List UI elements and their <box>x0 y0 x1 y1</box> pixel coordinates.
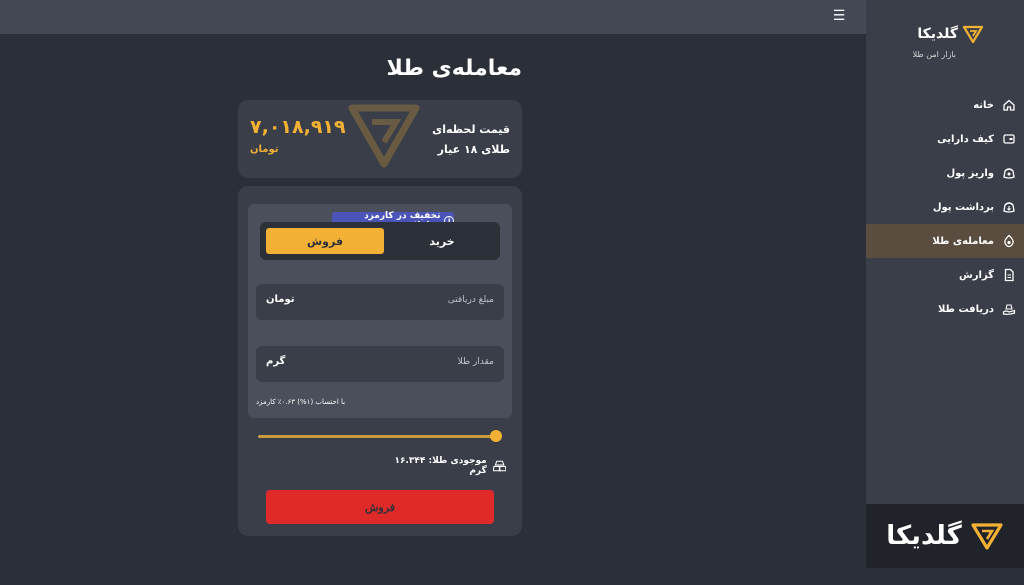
brand-watermark-icon <box>348 104 420 168</box>
live-price-label-line1: قیمت لحظه‌ای <box>432 123 510 136</box>
live-price-card: قیمت لحظه‌ای طلای ۱۸ عیار ۷,۰۱۸,۹۱۹ توما… <box>238 100 522 178</box>
sidebar-item-wallet[interactable]: کیف دارایی <box>866 122 1024 156</box>
bottom-brand-name: گلدیکا <box>886 521 962 551</box>
tab-buy[interactable]: خرید <box>390 228 494 254</box>
deposit-icon <box>1003 168 1015 179</box>
gold-bars-icon <box>492 460 506 472</box>
home-icon <box>1003 99 1015 111</box>
brand-logo-icon <box>971 523 1003 550</box>
bottom-brand-watermark: گلدیکا <box>866 504 1024 568</box>
sidebar-item-label: کیف دارایی <box>937 133 994 145</box>
received-amount-unit: تومان <box>266 294 295 305</box>
brand-name: گلدیکا <box>917 26 958 42</box>
gold-trade-icon <box>1004 234 1014 248</box>
sidebar-item-report[interactable]: گزارش <box>866 258 1024 292</box>
sidebar-item-receive-gold[interactable]: دریافت طلا <box>866 292 1024 326</box>
wallet-icon <box>1003 134 1015 144</box>
receive-gold-icon <box>1002 304 1016 315</box>
sell-button[interactable]: فروش <box>266 490 494 524</box>
sidebar-item-gold-trade[interactable]: معامله‌ی طلا <box>866 224 1024 258</box>
brand[interactable]: گلدیکا بازار امن طلا <box>904 24 984 66</box>
sidebar-item-withdraw[interactable]: برداشت پول <box>866 190 1024 224</box>
received-amount-placeholder: مبلغ دریافتی <box>447 295 494 305</box>
sidebar-item-label: معامله‌ی طلا <box>932 235 994 247</box>
fee-note: با احتساب (۱%) ۰.۶۳٪ کارمزد <box>256 398 346 406</box>
sidebar-item-home[interactable]: خانه <box>866 88 1024 122</box>
brand-tagline: بازار امن طلا <box>912 50 956 59</box>
hamburger-menu-icon[interactable]: ☰ <box>832 6 846 26</box>
page-title: معامله‌ی طلا <box>386 56 523 81</box>
gold-amount-unit: گرم <box>266 356 286 367</box>
amount-slider-thumb[interactable] <box>490 430 502 442</box>
gold-amount-placeholder: مقدار طلا <box>457 357 494 367</box>
top-bar: ☰ <box>0 0 866 34</box>
sidebar-item-label: خانه <box>973 99 994 111</box>
live-price-label: قیمت لحظه‌ای طلای ۱۸ عیار <box>432 120 510 160</box>
withdraw-icon <box>1003 202 1015 213</box>
brand-logo-icon <box>962 25 984 44</box>
received-amount-field[interactable]: مبلغ دریافتی تومان <box>256 284 504 320</box>
sidebar-nav: خانه کیف دارایی واریز پول برداشت پول معا… <box>866 88 1024 326</box>
sidebar-item-deposit[interactable]: واریز پول <box>866 156 1024 190</box>
live-price-unit: تومان <box>250 144 279 155</box>
amount-slider-track[interactable] <box>258 435 502 438</box>
gold-balance: موجودی طلا: ۱۶.۳۴۴ گرم <box>380 456 506 476</box>
gold-balance-text: موجودی طلا: ۱۶.۳۴۴ گرم <box>394 456 487 476</box>
buy-sell-toggle: فروش خرید <box>260 222 500 260</box>
sidebar-item-label: برداشت پول <box>932 201 994 213</box>
gold-amount-field[interactable]: مقدار طلا گرم <box>256 346 504 382</box>
report-icon <box>1004 268 1014 282</box>
live-price-label-line2: طلای ۱۸ عیار <box>437 143 510 156</box>
live-price-value: ۷,۰۱۸,۹۱۹ <box>250 116 346 138</box>
sidebar-item-label: واریز پول <box>946 167 994 179</box>
sidebar-item-label: دریافت طلا <box>937 303 994 315</box>
sidebar-item-label: گزارش <box>958 269 994 281</box>
tab-sell[interactable]: فروش <box>266 228 384 254</box>
sidebar: گلدیکا بازار امن طلا خانه کیف دارایی وار… <box>866 0 1024 504</box>
